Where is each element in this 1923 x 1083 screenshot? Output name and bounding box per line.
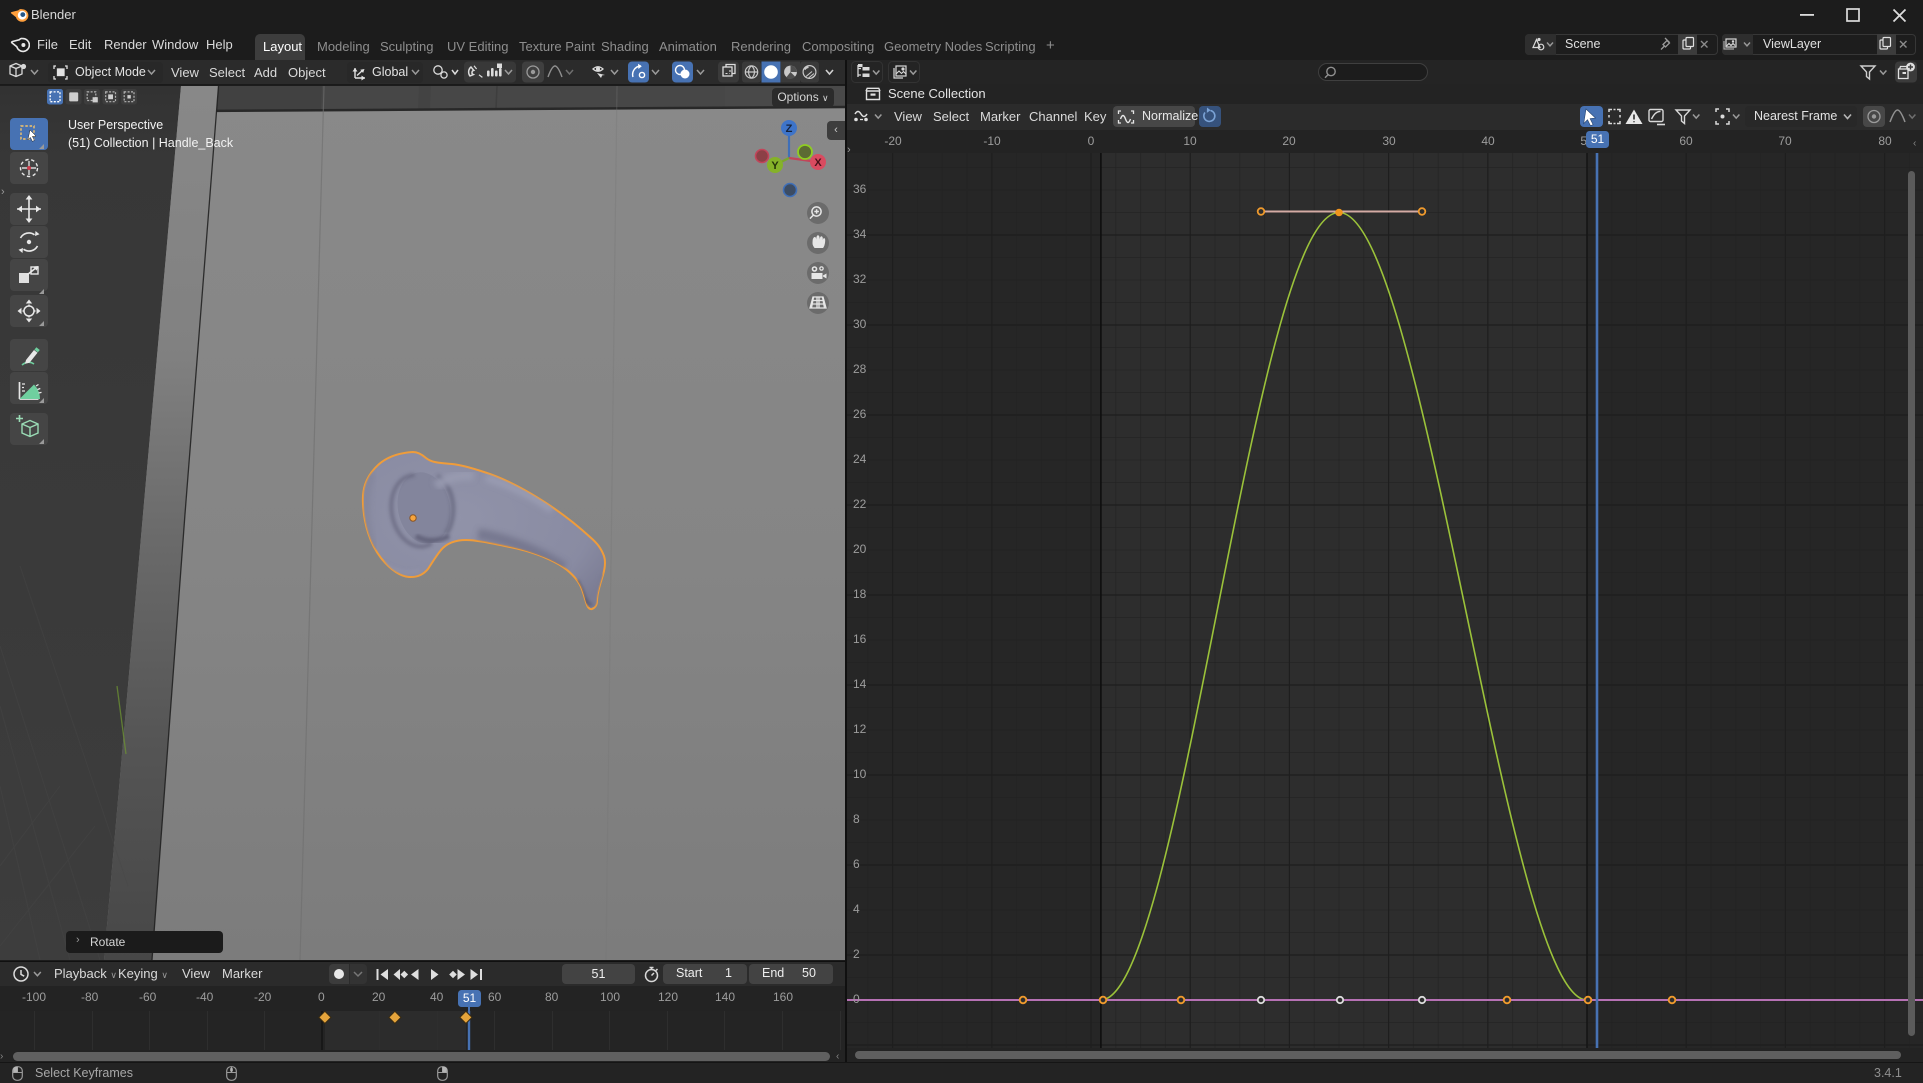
- svg-text:Z: Z: [786, 123, 793, 135]
- svg-text:Y: Y: [771, 160, 779, 172]
- svg-text:X: X: [814, 157, 822, 169]
